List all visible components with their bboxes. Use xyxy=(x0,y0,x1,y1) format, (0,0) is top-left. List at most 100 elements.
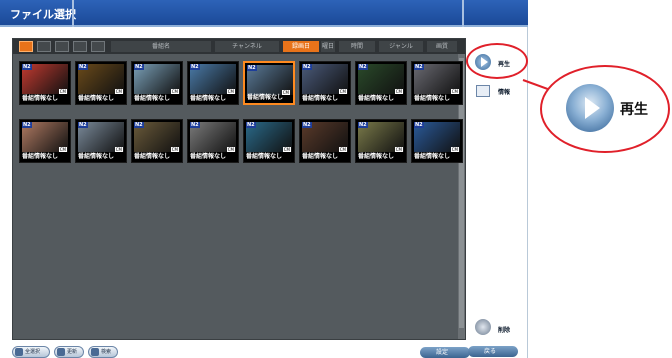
program-badge: N2 xyxy=(78,122,88,128)
program-badge: N2 xyxy=(78,64,88,70)
back-label: 戻る xyxy=(484,348,497,355)
thumbnail-caption: 番組情報なし xyxy=(190,95,227,102)
search-button[interactable]: 検索 xyxy=(88,346,118,358)
thumbnail-caption: 番組情報なし xyxy=(246,153,283,160)
cm-badge: CM xyxy=(58,89,67,94)
thumbnail-caption: 番組情報なし xyxy=(134,95,171,102)
callout-highlight xyxy=(466,43,528,79)
update-label: 更新 xyxy=(67,349,78,355)
col-date[interactable]: 録画日 xyxy=(283,41,319,52)
col-channel[interactable]: チャンネル xyxy=(215,41,279,52)
program-badge: N2 xyxy=(302,64,312,70)
window-title: ファイル選択 xyxy=(10,8,76,21)
program-badge: N2 xyxy=(414,64,424,70)
search-icon xyxy=(91,348,99,356)
thumbnail-caption: 番組情報なし xyxy=(414,153,451,160)
list-toolbar: 番組名 チャンネル 録画日 曜日 時間 ジャンル 画質 xyxy=(13,39,465,54)
col-weekday[interactable]: 曜日 xyxy=(321,41,335,52)
thumbnail-caption: 番組情報なし xyxy=(247,94,284,101)
program-badge: N2 xyxy=(134,64,144,70)
program-badge: N2 xyxy=(302,122,312,128)
thumbnail-caption: 番組情報なし xyxy=(302,95,339,102)
thumbnail-tile[interactable]: N2 CM 番組情報なし xyxy=(19,61,71,105)
thumbnail-caption: 番組情報なし xyxy=(78,95,115,102)
thumbnail-view-button[interactable] xyxy=(73,41,87,52)
thumbnail-caption: 番組情報なし xyxy=(358,153,395,160)
thumbnail-caption: 番組情報なし xyxy=(302,153,339,160)
program-badge: N2 xyxy=(358,122,368,128)
thumbnail-tile[interactable]: N2 CM 番組情報なし xyxy=(299,119,351,163)
thumbnail-tile[interactable]: N2 CM 番組情報なし xyxy=(355,119,407,163)
grid-view-button[interactable] xyxy=(19,41,33,52)
thumbnail-tile[interactable]: N2 CM 番組情報なし xyxy=(187,119,239,163)
delete-label: 削除 xyxy=(498,327,511,334)
cm-badge: CM xyxy=(226,147,235,152)
title-divider xyxy=(72,0,74,27)
thumbnail-tile[interactable]: N2 CM 番組情報なし xyxy=(131,119,183,163)
thumbnail-caption: 番組情報なし xyxy=(414,95,451,102)
cm-badge: CM xyxy=(170,147,179,152)
thumbnail-caption: 番組情報なし xyxy=(22,153,59,160)
program-badge: N2 xyxy=(22,64,32,70)
refresh-icon xyxy=(57,348,65,356)
thumbnail-tile[interactable]: N2 CM 番組情報なし xyxy=(75,61,127,105)
thumbnail-tile[interactable]: N2 CM 番組情報なし xyxy=(411,119,463,163)
thumbnail-caption: 番組情報なし xyxy=(358,95,395,102)
select-all-button[interactable]: 全選択 xyxy=(12,346,50,358)
back-button[interactable]: 戻る xyxy=(468,346,518,357)
search-label: 検索 xyxy=(101,349,112,355)
thumbnail-caption: 番組情報なし xyxy=(22,95,59,102)
program-badge: N2 xyxy=(134,122,144,128)
thumbnail-tile[interactable]: N2 CM 番組情報なし xyxy=(19,119,71,163)
folder-view-button[interactable] xyxy=(91,41,105,52)
cm-badge: CM xyxy=(58,147,67,152)
col-title[interactable]: 番組名 xyxy=(111,41,211,52)
cm-badge: CM xyxy=(114,89,123,94)
play-triangle-large xyxy=(585,97,600,119)
program-badge: N2 xyxy=(414,122,424,128)
delete-button[interactable] xyxy=(474,318,492,336)
thumbnail-tile[interactable]: N2 CM 番組情報なし xyxy=(299,61,351,105)
thumbnail-caption: 番組情報なし xyxy=(134,153,171,160)
thumbnail-tile[interactable]: N2 CM 番組情報なし xyxy=(243,61,295,105)
thumbnail-caption: 番組情報なし xyxy=(78,153,115,160)
cm-badge: CM xyxy=(394,147,403,152)
cm-badge: CM xyxy=(338,89,347,94)
select-all-icon xyxy=(15,348,23,356)
col-time[interactable]: 時間 xyxy=(339,41,375,52)
settings-button[interactable]: 設定 xyxy=(420,347,470,358)
file-select-window: ファイル選択 番組名 チャンネル 録画日 曜日 時間 ジャンル 画質 N2 CM 番… xyxy=(0,0,528,358)
title-bar: ファイル選択 xyxy=(0,0,528,27)
detail-view-button[interactable] xyxy=(55,41,69,52)
program-badge: N2 xyxy=(22,122,32,128)
cm-badge: CM xyxy=(114,147,123,152)
select-all-label: 全選択 xyxy=(25,349,41,355)
update-button[interactable]: 更新 xyxy=(54,346,84,358)
thumbnail-tile[interactable]: N2 CM 番組情報なし xyxy=(243,119,295,163)
program-badge: N2 xyxy=(358,64,368,70)
title-divider-right xyxy=(462,0,464,27)
cm-badge: CM xyxy=(282,147,291,152)
cm-badge: CM xyxy=(450,147,459,152)
program-badge: N2 xyxy=(246,122,256,128)
list-view-button[interactable] xyxy=(37,41,51,52)
col-genre[interactable]: ジャンル xyxy=(379,41,423,52)
col-quality[interactable]: 画質 xyxy=(427,41,457,52)
cm-badge: CM xyxy=(394,89,403,94)
program-badge: N2 xyxy=(247,65,257,71)
callout-label: 再生 xyxy=(620,102,648,118)
thumbnail-tile[interactable]: N2 CM 番組情報なし xyxy=(131,61,183,105)
program-badge: N2 xyxy=(190,64,200,70)
info-label: 情報 xyxy=(498,89,511,96)
thumbnail-caption: 番組情報なし xyxy=(190,153,227,160)
cm-badge: CM xyxy=(450,89,459,94)
thumbnail-tile[interactable]: N2 CM 番組情報なし xyxy=(187,61,239,105)
thumbnail-tile[interactable]: N2 CM 番組情報なし xyxy=(355,61,407,105)
info-button[interactable] xyxy=(476,85,490,97)
settings-label: 設定 xyxy=(436,349,449,356)
thumbnail-tile[interactable]: N2 CM 番組情報なし xyxy=(75,119,127,163)
thumbnail-tile[interactable]: N2 CM 番組情報なし xyxy=(411,61,463,105)
file-list-panel: 番組名 チャンネル 録画日 曜日 時間 ジャンル 画質 N2 CM 番組情報なし N2… xyxy=(12,38,466,340)
cm-badge: CM xyxy=(170,89,179,94)
cm-badge: CM xyxy=(338,147,347,152)
